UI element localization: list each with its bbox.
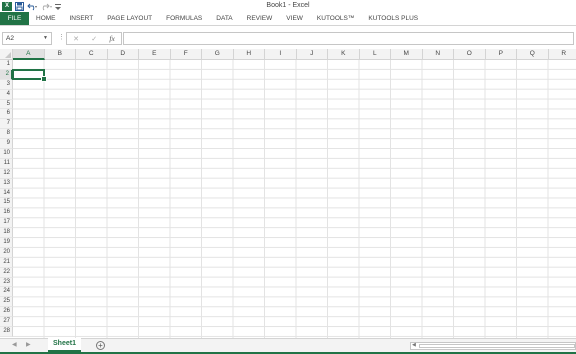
column-header[interactable]: Q xyxy=(517,49,549,60)
column-header[interactable]: G xyxy=(202,49,234,60)
chevron-down-icon[interactable]: ▼ xyxy=(43,33,48,44)
tab-insert[interactable]: INSERT xyxy=(63,12,101,25)
column-header[interactable]: C xyxy=(76,49,108,60)
name-box[interactable]: A2 ▼ xyxy=(2,32,52,45)
column-header[interactable]: M xyxy=(391,49,423,60)
worksheet-grid: ABCDEFGHIJKLMNOPQR 1 2 3 4 5 6 7 8 9 10 11 12 13 14 15… xyxy=(0,49,576,338)
column-headers: ABCDEFGHIJKLMNOPQR xyxy=(13,49,576,60)
ribbon-tabs: FILE HOME INSERT PAGE LAYOUT FORMULAS DA… xyxy=(0,12,576,25)
column-header[interactable]: B xyxy=(44,49,76,60)
enter-icon[interactable]: ✓ xyxy=(91,35,97,43)
row-header[interactable]: 10 xyxy=(0,149,13,159)
column-header[interactable]: L xyxy=(359,49,391,60)
tab-data[interactable]: DATA xyxy=(209,12,239,25)
row-header[interactable]: 17 xyxy=(0,218,13,229)
row-header[interactable]: 4 xyxy=(0,89,13,100)
scroll-sheets-right-icon[interactable]: ▶ xyxy=(26,341,31,348)
scrollbar-thumb[interactable] xyxy=(419,344,575,348)
row-header[interactable]: 9 xyxy=(0,139,13,150)
row-header[interactable]: 11 xyxy=(0,158,13,169)
sheet-tab-bar: ◀ ▶ Sheet1 + ◀ xyxy=(0,338,576,352)
row-header[interactable]: 19 xyxy=(0,238,13,248)
row-header[interactable]: 13 xyxy=(0,178,13,189)
tab-view[interactable]: VIEW xyxy=(279,12,310,25)
row-header[interactable]: 18 xyxy=(0,228,13,239)
row-header[interactable]: 7 xyxy=(0,119,13,130)
row-header[interactable]: 21 xyxy=(0,257,13,268)
row-header[interactable]: 23 xyxy=(0,277,13,288)
tab-page-layout[interactable]: PAGE LAYOUT xyxy=(100,12,159,25)
tab-kutools-plus[interactable]: KUTOOLS PLUS xyxy=(361,12,425,25)
row-header[interactable]: 3 xyxy=(0,79,13,90)
row-header[interactable]: 20 xyxy=(0,247,13,258)
column-header[interactable]: F xyxy=(170,49,202,60)
row-header[interactable]: 28 xyxy=(0,327,13,337)
column-header[interactable]: K xyxy=(328,49,360,60)
active-cell[interactable] xyxy=(12,69,47,82)
cell-area[interactable] xyxy=(13,60,576,338)
window-title: Book1 - Excel xyxy=(266,2,310,9)
name-box-value: A2 xyxy=(6,35,14,42)
cancel-icon[interactable]: ✕ xyxy=(73,35,79,43)
ribbon-divider xyxy=(0,25,576,26)
row-header[interactable]: 26 xyxy=(0,307,13,318)
formula-buttons: ✕ ✓ fx xyxy=(66,32,122,45)
column-header[interactable]: E xyxy=(139,49,171,60)
scroll-left-icon[interactable]: ◀ xyxy=(412,342,416,348)
row-header[interactable]: 6 xyxy=(0,109,13,120)
row-header[interactable]: 5 xyxy=(0,99,13,110)
add-sheet-icon[interactable]: + xyxy=(96,341,105,350)
column-header[interactable]: O xyxy=(454,49,486,60)
column-header[interactable]: P xyxy=(485,49,517,60)
select-all-button[interactable] xyxy=(0,49,13,60)
row-header[interactable]: 25 xyxy=(0,297,13,308)
formula-bar-grip-icon[interactable]: ⋮ xyxy=(58,33,65,41)
insert-function-icon[interactable]: fx xyxy=(109,34,114,43)
formula-input[interactable] xyxy=(123,32,574,45)
horizontal-scrollbar[interactable]: ◀ xyxy=(410,342,576,350)
column-header[interactable]: N xyxy=(422,49,454,60)
row-headers: 1 2 3 4 5 6 7 8 9 10 11 12 13 14 15 16 17 18 19 20 21 22 23 24 2… xyxy=(0,60,13,337)
row-header[interactable]: 12 xyxy=(0,168,13,179)
row-header[interactable]: 16 xyxy=(0,208,13,219)
sheet-tab-sheet1[interactable]: Sheet1 xyxy=(48,338,81,352)
column-header[interactable]: H xyxy=(233,49,265,60)
row-header[interactable]: 8 xyxy=(0,129,13,140)
row-header[interactable]: 14 xyxy=(0,188,13,199)
title-bar: X Book1 - Excel xyxy=(0,0,576,12)
column-header[interactable]: D xyxy=(107,49,139,60)
excel-window: X Book1 - Excel FILE HOME INSERT PAGE LA… xyxy=(0,0,576,354)
column-header[interactable]: A xyxy=(13,49,45,60)
tab-file[interactable]: FILE xyxy=(0,12,29,25)
row-header[interactable]: 27 xyxy=(0,317,13,328)
tab-formulas[interactable]: FORMULAS xyxy=(159,12,209,25)
scroll-sheets-left-icon[interactable]: ◀ xyxy=(12,341,17,348)
tab-home[interactable]: HOME xyxy=(29,12,63,25)
tab-kutools[interactable]: KUTOOLS™ xyxy=(310,12,361,25)
row-header[interactable]: 22 xyxy=(0,267,13,278)
column-header[interactable]: I xyxy=(265,49,297,60)
column-header[interactable]: J xyxy=(296,49,328,60)
column-header[interactable]: R xyxy=(548,49,576,60)
row-header[interactable]: 15 xyxy=(0,198,13,209)
tab-review[interactable]: REVIEW xyxy=(240,12,280,25)
row-header[interactable]: 24 xyxy=(0,287,13,298)
formula-bar: A2 ▼ ⋮ ✕ ✓ fx xyxy=(0,31,576,46)
